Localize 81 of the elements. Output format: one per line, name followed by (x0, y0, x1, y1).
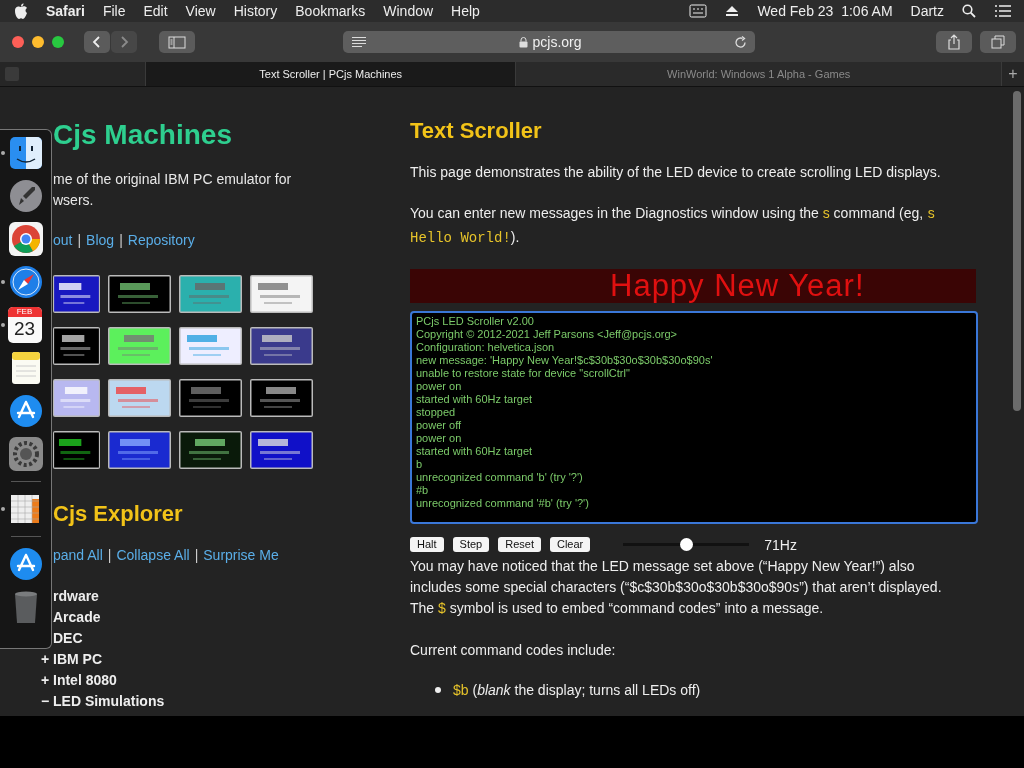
intro-paragraph: This page demonstrates the ability of the LED device to create scrolling LED displays. (410, 163, 942, 182)
gear-icon[interactable] (7, 436, 44, 472)
control-button[interactable]: Step (452, 537, 490, 552)
control-button[interactable]: Clear (549, 537, 591, 552)
control-button[interactable]: Halt (410, 537, 444, 552)
nav-link[interactable]: Blog (86, 230, 115, 251)
clock-text[interactable]: Wed Feb 23 1:06 AM (757, 3, 893, 19)
section-title: Cjs Explorer (53, 500, 184, 528)
menu-item[interactable]: Safari (46, 3, 85, 19)
new-tab-button[interactable]: + (1001, 62, 1024, 86)
tree-item[interactable]: Arcade (53, 607, 101, 628)
tabs-icon (991, 35, 1005, 49)
bullet-icon (435, 687, 441, 693)
reload-icon[interactable] (734, 35, 747, 49)
a-shape-icon[interactable] (7, 393, 44, 429)
browser-tab[interactable]: Text Scroller | PCjs Machines (145, 62, 516, 86)
instructions-paragraph: You can enter new messages in the Diagnostics window using the s command (eg, s Hello World!). (410, 204, 937, 248)
chevron-left-icon (92, 35, 102, 49)
day-label: 23 (13, 317, 36, 341)
apple-icon[interactable] (14, 3, 28, 19)
month-label: FEB (7, 307, 42, 317)
share-button[interactable] (936, 31, 972, 53)
page-title: Text Scroller (410, 117, 543, 145)
back-button[interactable] (84, 31, 110, 53)
menu-item[interactable]: History (233, 3, 278, 19)
reader-icon[interactable] (351, 36, 367, 48)
address-field[interactable]: pcjs.org (343, 31, 755, 53)
intro-text: me of the original IBM PC emulator for wsers. (53, 170, 293, 210)
slider-thumb[interactable] (679, 538, 693, 551)
code-description: $b (blank the display; turns all LEDs off) (453, 681, 701, 700)
expand-marker[interactable]: + (41, 670, 53, 691)
led-display: Happy New Year! (410, 269, 976, 303)
user-name[interactable]: Dartz (910, 3, 944, 19)
notice-paragraph: You may have noticed that the LED message set above (“Happy New Year!”) also includes some special characters (“$c$30b$30o$30b$30o$90s”) that aren’t displayed. The $ symbol is used to embed “command codes” into a message. (410, 557, 943, 618)
explorer-link[interactable]: pand All (53, 545, 103, 566)
console-field[interactable]: PCjs LED Scroller v2.00 Copyright © 2012-2021 Jeff Parsons <Jeff@pcjs.org> Configuration: helvetica.json new message: 'Happy New Year!$c$30b$30o$30b$30o$90s' unable to restore state for device "scrollCtrl" power on started with 60Hz target stopped power off power on started with 60Hz target b unrecognized command 'b' (try '?') #b unrecognized command '#b' (try '?') (410, 311, 978, 524)
browser-tab[interactable]: WinWorld: Windows 1 Alpha - Games (515, 62, 1001, 86)
menu-icon[interactable] (994, 4, 1012, 18)
tree-item[interactable]: rdware (53, 586, 99, 607)
explorer-link[interactable]: Collapse All (116, 545, 190, 566)
explorer-link[interactable]: Surprise Me (203, 545, 279, 566)
minimize-button[interactable] (32, 36, 44, 48)
nav-link[interactable]: Repository (127, 230, 195, 251)
keyboard-icon[interactable] (689, 4, 708, 18)
sidebar-icon (168, 35, 186, 49)
control-button[interactable]: Reset (498, 537, 541, 552)
share-icon (947, 34, 961, 50)
separator-text: | (77, 231, 82, 250)
calendar-icon[interactable]: FEB 23 (7, 307, 42, 343)
eject-icon[interactable] (725, 5, 740, 17)
tree-item[interactable]: LED Simulations (53, 691, 165, 712)
tree-item[interactable]: Intel 8080 (53, 670, 117, 691)
expand-marker[interactable]: + (41, 649, 53, 670)
lock-icon (519, 36, 529, 48)
separator-text: | (194, 546, 199, 565)
menu-item[interactable]: File (102, 3, 126, 19)
smiling-face-icon[interactable] (7, 135, 44, 171)
close-button[interactable] (12, 36, 24, 48)
expand-marker[interactable]: − (41, 691, 53, 712)
menu-item[interactable]: Help (451, 3, 480, 19)
menu-item[interactable]: Bookmarks (295, 3, 366, 19)
menu-item[interactable]: View (185, 3, 216, 19)
tree-item[interactable]: DEC (53, 628, 83, 649)
sidebar-button[interactable] (159, 31, 195, 53)
nav-link[interactable]: out (53, 230, 73, 251)
scrollbar-thumb[interactable] (1013, 91, 1021, 411)
color-ring-icon[interactable] (7, 221, 44, 257)
chevron-right-icon (119, 35, 129, 49)
menu-item[interactable]: Edit (143, 3, 168, 19)
codes-heading: Current command codes include: (410, 641, 617, 660)
separator-text: | (107, 546, 112, 565)
a-shape-icon[interactable] (7, 546, 44, 582)
search-icon[interactable] (962, 4, 976, 18)
tree-item[interactable]: IBM PC (53, 649, 102, 670)
zoom-button[interactable] (52, 36, 64, 48)
site-title: Cjs Machines (53, 118, 233, 152)
separator-text: | (119, 231, 123, 250)
compass-icon[interactable] (7, 264, 44, 300)
tabs-button[interactable] (980, 31, 1016, 53)
menu-item[interactable]: Window (383, 3, 434, 19)
speed-reading: 71Hz (764, 536, 797, 553)
